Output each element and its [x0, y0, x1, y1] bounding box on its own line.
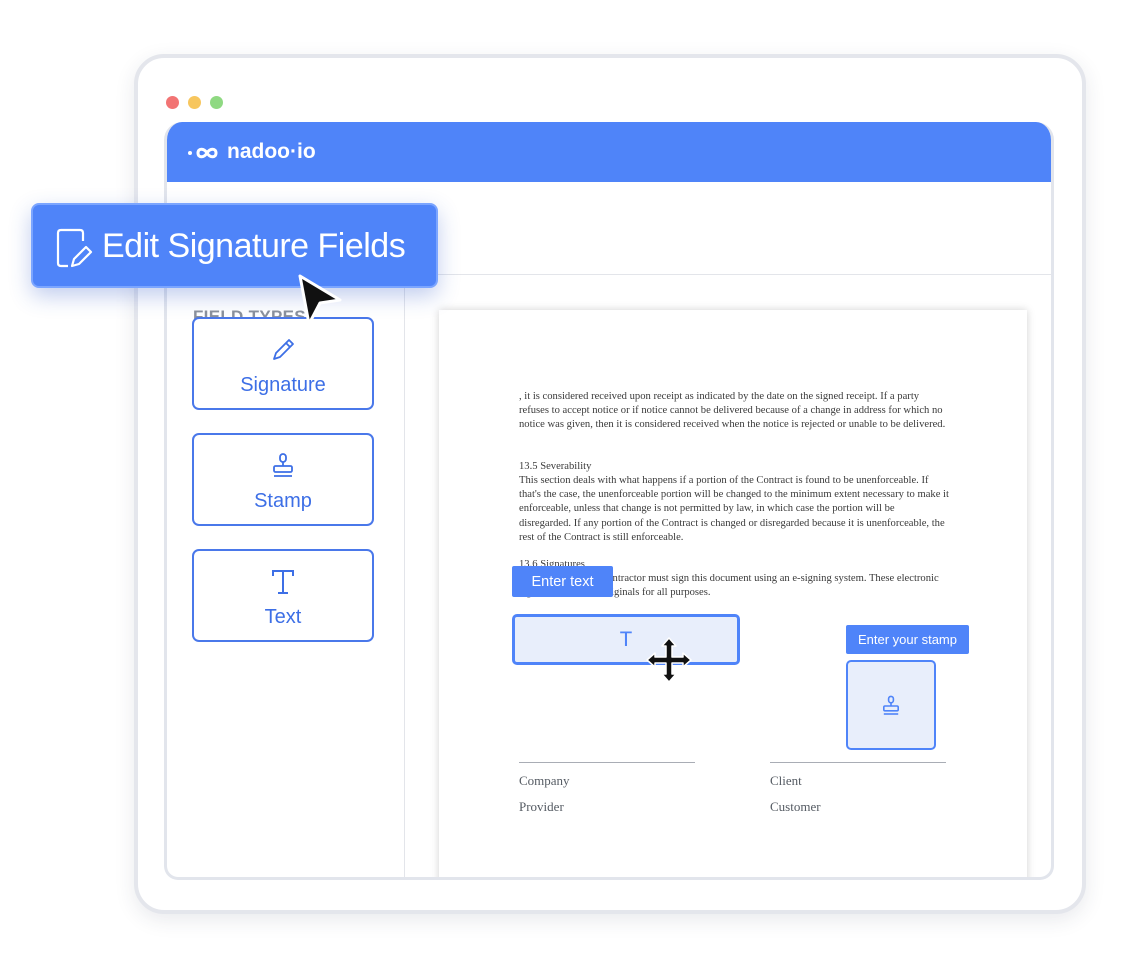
window-minimize-dot[interactable]	[188, 96, 201, 109]
top-bar: nadoo·io	[167, 122, 1051, 182]
pencil-icon	[194, 335, 372, 365]
signer-label: Company	[519, 773, 570, 788]
doc-paragraph: , it is considered received upon receipt…	[519, 391, 946, 431]
field-type-label: Text	[264, 606, 302, 628]
text-field-box[interactable]: T	[512, 614, 740, 665]
logo-text: nadoo·io	[227, 140, 316, 163]
text-field-glyph: T	[619, 628, 633, 653]
arrow-pointer-icon	[296, 272, 344, 335]
signer-label: Provider	[519, 799, 564, 814]
sidebar: FIELD TYPES Signature Stamp	[167, 275, 405, 877]
infinity-icon	[187, 142, 223, 162]
signature-line-right	[770, 762, 946, 763]
edit-signature-fields-button[interactable]: Edit Signature Fields	[31, 203, 438, 288]
field-type-stamp[interactable]: Stamp	[192, 433, 374, 526]
window-maximize-dot[interactable]	[210, 96, 223, 109]
signer-label: Client	[770, 773, 802, 788]
text-field-tag[interactable]: Enter text	[512, 566, 613, 597]
signer-label: Customer	[770, 799, 821, 814]
field-type-label: Signature	[240, 374, 326, 396]
text-t-icon	[194, 567, 372, 597]
edit-document-icon	[55, 227, 93, 274]
field-type-text[interactable]: Text	[192, 549, 374, 642]
doc-paragraph: This section deals with what happens if …	[519, 475, 949, 543]
stamp-icon	[848, 694, 934, 718]
stamp-field-tag[interactable]: Enter your stamp	[846, 625, 969, 654]
field-type-signature[interactable]: Signature	[192, 317, 374, 410]
app-logo[interactable]: nadoo·io	[187, 140, 316, 164]
signature-line-left	[519, 762, 695, 763]
field-type-label: Stamp	[254, 490, 312, 512]
edit-signature-fields-label: Edit Signature Fields	[102, 227, 406, 265]
stamp-icon	[194, 451, 372, 481]
stamp-field-box[interactable]	[846, 660, 936, 750]
move-cursor-icon	[645, 636, 693, 689]
window-close-dot[interactable]	[166, 96, 179, 109]
doc-section-heading: 13.5 Severability	[519, 461, 592, 472]
